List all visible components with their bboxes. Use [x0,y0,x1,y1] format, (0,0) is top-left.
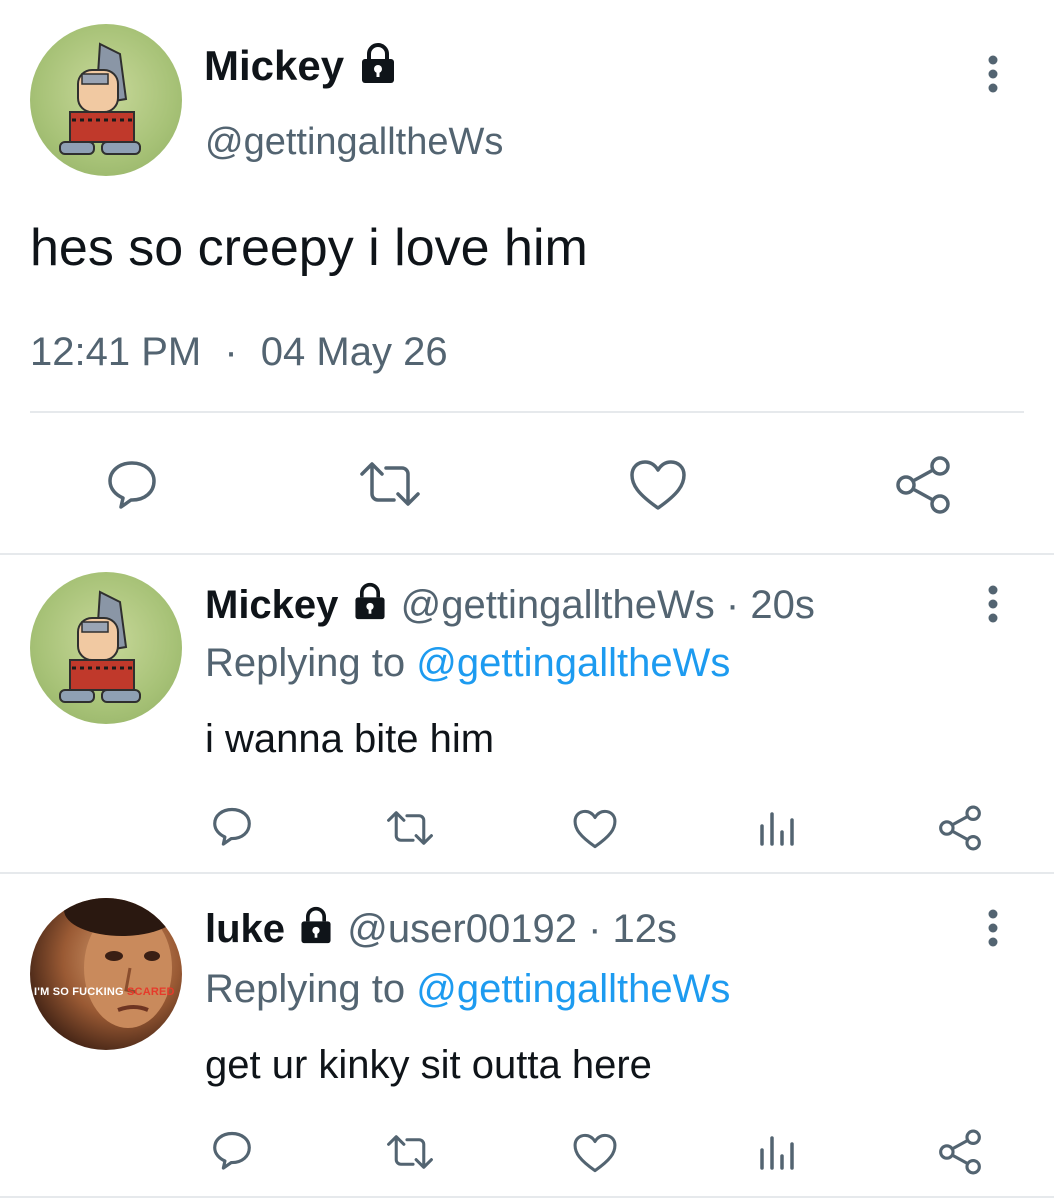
reply-age: · 20s [725,583,815,627]
avatar-caption: I'M SO FUCKING SCARED [34,986,175,998]
reply-text: get ur kinky sit outta here [205,1043,652,1087]
tweet-date[interactable]: 04 May 26 [261,330,448,374]
tweet-timestamp: 12:41 PM · 04 May 26 [30,326,448,378]
replying-to: Replying to @gettingalltheWs [205,964,730,1014]
more-vertical-icon[interactable] [978,582,1008,626]
more-vertical-icon[interactable] [978,906,1008,950]
author-name[interactable]: Mickey [204,42,344,89]
retweet-icon[interactable] [384,808,436,848]
author-handle[interactable]: @gettingalltheWs [401,583,715,627]
lock-icon [350,581,390,633]
divider [0,553,1054,555]
replying-to-label: Replying to [205,967,406,1011]
knight-avatar-art [59,590,141,703]
face-avatar-art [64,898,180,1028]
reply-header: Mickey @gettingalltheWs · 20s [205,580,815,633]
divider [0,1196,1054,1198]
replying-to-label: Replying to [205,641,406,685]
retweet-icon[interactable] [384,1132,436,1172]
more-vertical-icon[interactable] [978,52,1008,96]
reply-bubble-icon[interactable] [104,456,160,512]
lock-icon [356,41,400,97]
reply-bubble-icon[interactable] [210,1128,254,1172]
divider [0,872,1054,874]
reply-text: i wanna bite him [205,717,495,761]
replying-to-link[interactable]: @gettingalltheWs [416,967,730,1011]
heart-icon[interactable] [572,808,618,850]
heart-icon[interactable] [572,1132,618,1174]
author-handle[interactable]: @gettingalltheWs [205,118,503,166]
main-tweet-author: Mickey [204,40,400,97]
lock-icon [296,905,336,957]
retweet-icon[interactable] [356,458,424,510]
replying-to-link[interactable]: @gettingalltheWs [416,641,730,685]
reply-avatar[interactable] [30,572,182,724]
heart-icon[interactable] [628,458,688,512]
analytics-icon[interactable] [756,1130,798,1172]
reply-header: luke @user00192 · 12s [205,904,677,957]
reply-avatar[interactable]: I'M SO FUCKING SCARED [30,898,182,1050]
reply-bubble-icon[interactable] [210,804,254,848]
reply-age: · 12s [588,907,678,951]
replying-to: Replying to @gettingalltheWs [205,638,730,688]
main-tweet-avatar[interactable] [30,24,182,176]
knight-avatar-art [59,42,141,155]
share-icon[interactable] [936,804,984,852]
share-icon[interactable] [936,1128,984,1176]
share-icon[interactable] [892,454,954,516]
tweet-text: hes so creepy i love him [30,219,588,277]
author-name[interactable]: luke [205,907,285,951]
timestamp-separator: · [224,330,238,374]
tweet-time[interactable]: 12:41 PM [30,330,201,374]
analytics-icon[interactable] [756,806,798,848]
author-handle[interactable]: @user00192 [347,907,577,951]
author-name[interactable]: Mickey [205,583,338,627]
divider [30,411,1024,413]
